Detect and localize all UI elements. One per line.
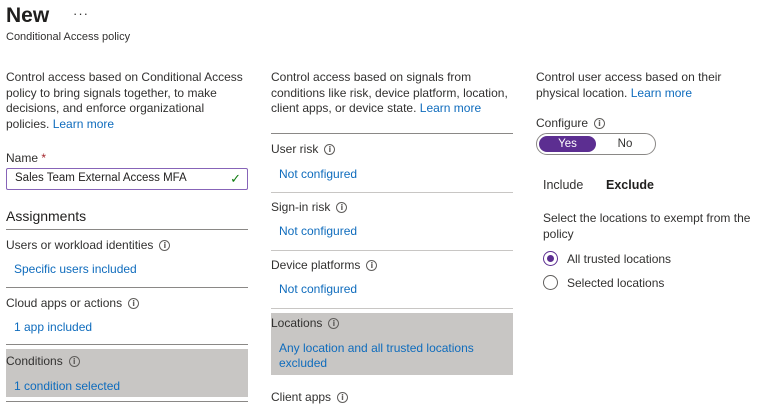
configure-label: Configure i [536,116,606,130]
configure-toggle[interactable]: Yes No [536,133,656,155]
radio-selected-locations[interactable] [543,275,558,290]
info-icon[interactable]: i [128,298,140,309]
conditions-label: Conditions i [6,354,80,368]
cloud-apps-label: Cloud apps or actions i [6,296,140,310]
divider [271,308,513,309]
info-icon[interactable]: i [594,118,606,129]
radio-all-trusted-locations[interactable] [543,251,558,266]
page-title: New [6,4,50,27]
more-icon[interactable]: ··· [73,6,89,21]
learn-more-link[interactable]: Learn more [53,117,114,131]
info-icon[interactable]: i [366,260,378,271]
cloud-apps-value-link[interactable]: 1 app included [14,320,92,334]
divider [271,250,513,251]
divider [271,133,513,134]
device-platforms-label: Device platforms i [271,258,378,272]
toggle-yes-option[interactable]: Yes [539,136,596,152]
divider [271,192,513,193]
middle-description: Control access based on signals from con… [271,70,508,115]
required-indicator: * [41,151,47,165]
policy-name-input[interactable]: Sales Team External Access MFA ✓ [6,168,248,190]
left-description: Control access based on Conditional Acce… [6,70,243,131]
user-risk-value-link[interactable]: Not configured [279,167,357,181]
divider [6,287,248,288]
divider [6,401,248,402]
conditions-value-link[interactable]: 1 condition selected [14,379,120,393]
info-icon[interactable]: i [324,144,336,155]
radio-selected-dot [547,255,554,262]
policy-name-value[interactable]: Sales Team External Access MFA [15,172,187,184]
sign-in-risk-value-link[interactable]: Not configured [279,224,357,238]
selected-locations-label[interactable]: Selected locations [567,276,664,290]
all-trusted-locations-label[interactable]: All trusted locations [567,252,671,266]
info-icon[interactable]: i [159,240,171,251]
sign-in-risk-label: Sign-in risk i [271,200,348,214]
divider [6,344,248,345]
exclude-description: Select the locations to exempt from the … [543,211,751,241]
page-subtitle: Conditional Access policy [6,31,131,43]
right-description: Control user access based on their physi… [536,70,722,100]
device-platforms-value-link[interactable]: Not configured [279,282,357,296]
assignments-heading: Assignments [6,208,87,224]
toggle-no-option[interactable]: No [597,136,653,152]
checkmark-icon: ✓ [230,172,241,187]
divider [6,229,248,230]
locations-label: Locations i [271,316,340,330]
users-value-link[interactable]: Specific users included [14,262,137,276]
info-icon[interactable]: i [336,202,348,213]
locations-value-link[interactable]: Any location and all trusted locations e… [279,341,474,371]
client-apps-label: Client apps i [271,390,349,404]
info-icon[interactable]: i [337,392,349,403]
tab-include[interactable]: Include [543,178,583,192]
users-label: Users or workload identities i [6,238,171,252]
tab-exclude[interactable]: Exclude [606,178,654,192]
learn-more-link[interactable]: Learn more [420,101,481,115]
user-risk-label: User risk i [271,142,336,156]
info-icon[interactable]: i [328,318,340,329]
name-label: Name * [6,151,47,165]
info-icon[interactable]: i [68,356,80,367]
learn-more-link[interactable]: Learn more [631,86,692,100]
